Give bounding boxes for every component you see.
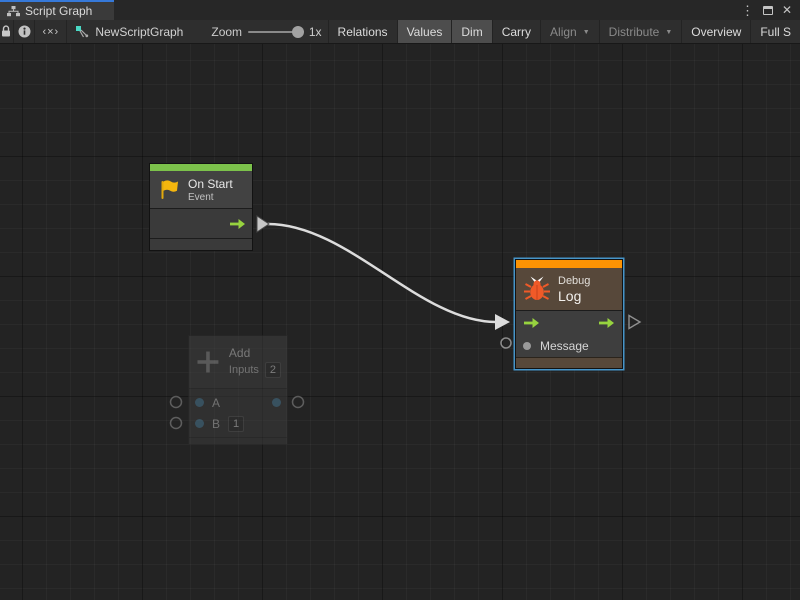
distribute-dropdown[interactable]: Distribute ▼ xyxy=(599,20,682,43)
flow-input-arrow-icon[interactable] xyxy=(523,317,540,329)
message-port-dot[interactable] xyxy=(523,342,531,350)
add-input-a-connector[interactable] xyxy=(171,397,182,408)
lock-icon xyxy=(0,25,12,38)
lock-button[interactable] xyxy=(0,20,14,43)
node-category: Debug xyxy=(558,275,590,287)
flow-output-arrow-icon[interactable] xyxy=(598,317,615,329)
node-subtitle: Event xyxy=(188,192,233,203)
value-port-dot-a[interactable] xyxy=(195,398,204,407)
zoom-value: 1x xyxy=(309,25,322,39)
value-port-dot-b[interactable] xyxy=(195,419,204,428)
graph-name-label: NewScriptGraph xyxy=(95,25,183,39)
log-output-connector[interactable] xyxy=(629,316,640,329)
debug-accent-bar xyxy=(516,260,622,268)
zoom-label: Zoom xyxy=(211,25,242,39)
toolbar-toggle-group: Relations Values Dim Carry Align ▼ Distr… xyxy=(328,20,800,43)
close-icon[interactable]: ✕ xyxy=(782,4,792,16)
plus-icon xyxy=(195,349,221,375)
inputs-label: Inputs xyxy=(229,364,259,376)
chevron-down-icon: ▼ xyxy=(665,29,672,36)
window-menu-icon[interactable]: ⋮ xyxy=(741,4,754,17)
values-button[interactable]: Values xyxy=(397,20,452,43)
flow-output-arrow-icon[interactable] xyxy=(229,218,246,230)
message-port-label: Message xyxy=(540,339,589,353)
node-footer xyxy=(189,437,287,444)
tab-script-graph[interactable]: Script Graph xyxy=(0,0,114,20)
flag-icon xyxy=(156,177,182,203)
graph-breadcrumb[interactable]: NewScriptGraph xyxy=(76,25,183,39)
info-button[interactable] xyxy=(14,20,35,43)
port-row-a[interactable]: A xyxy=(189,392,287,413)
fullscreen-button[interactable]: Full S xyxy=(750,20,800,43)
tab-label: Script Graph xyxy=(25,4,92,18)
on-start-event-node[interactable]: On Start Event xyxy=(149,163,253,251)
add-input-b-connector[interactable] xyxy=(171,418,182,429)
node-title: Add xyxy=(229,346,281,360)
dim-button[interactable]: Dim xyxy=(451,20,491,43)
wire-layer xyxy=(0,44,800,600)
node-footer xyxy=(150,238,252,250)
event-accent-bar xyxy=(150,164,252,171)
port-b-label: B xyxy=(212,417,220,431)
toolbar: ‹×› NewScriptGraph Zoom 1x Relations Val… xyxy=(0,20,800,44)
inputs-count-field[interactable]: 2 xyxy=(265,362,281,378)
zoom-slider[interactable] xyxy=(248,25,302,39)
on-start-output-connector[interactable] xyxy=(257,216,269,232)
code-view-icon: ‹×› xyxy=(42,26,59,38)
chevron-down-icon: ▼ xyxy=(583,29,590,36)
flow-connection-wire[interactable] xyxy=(268,224,496,322)
info-icon xyxy=(18,25,31,38)
port-a-label: A xyxy=(212,396,220,410)
script-graph-asset-icon xyxy=(76,26,89,38)
node-footer xyxy=(516,357,622,368)
message-port-row[interactable]: Message xyxy=(516,334,622,357)
bug-icon xyxy=(522,274,552,304)
value-output-dot[interactable] xyxy=(272,398,281,407)
port-row-b[interactable]: B 1 xyxy=(189,413,287,434)
titlebar: Script Graph ⋮ ✕ xyxy=(0,0,800,20)
node-title: On Start xyxy=(188,177,233,191)
node-title: Log xyxy=(558,288,590,304)
graph-hierarchy-icon xyxy=(7,6,20,17)
add-node[interactable]: Add Inputs 2 A B 1 xyxy=(188,335,288,445)
flow-port-row xyxy=(516,311,622,334)
debug-log-node[interactable]: Debug Log Me xyxy=(515,259,623,369)
graph-canvas[interactable]: On Start Event xyxy=(0,44,800,600)
window-controls: ⋮ ✕ xyxy=(741,0,800,20)
relations-button[interactable]: Relations xyxy=(328,20,397,43)
port-b-value-field[interactable]: 1 xyxy=(228,416,244,432)
carry-button[interactable]: Carry xyxy=(492,20,540,43)
zoom-slider-handle[interactable] xyxy=(292,26,304,38)
overview-button[interactable]: Overview xyxy=(681,20,750,43)
add-output-connector[interactable] xyxy=(293,397,304,408)
maximize-icon[interactable] xyxy=(763,6,773,15)
script-graph-window: Script Graph ⋮ ✕ ‹×› xyxy=(0,0,800,600)
log-input-connector[interactable] xyxy=(495,314,510,330)
message-port-connector[interactable] xyxy=(501,338,511,348)
align-dropdown[interactable]: Align ▼ xyxy=(540,20,599,43)
code-view-button[interactable]: ‹×› xyxy=(35,20,67,43)
